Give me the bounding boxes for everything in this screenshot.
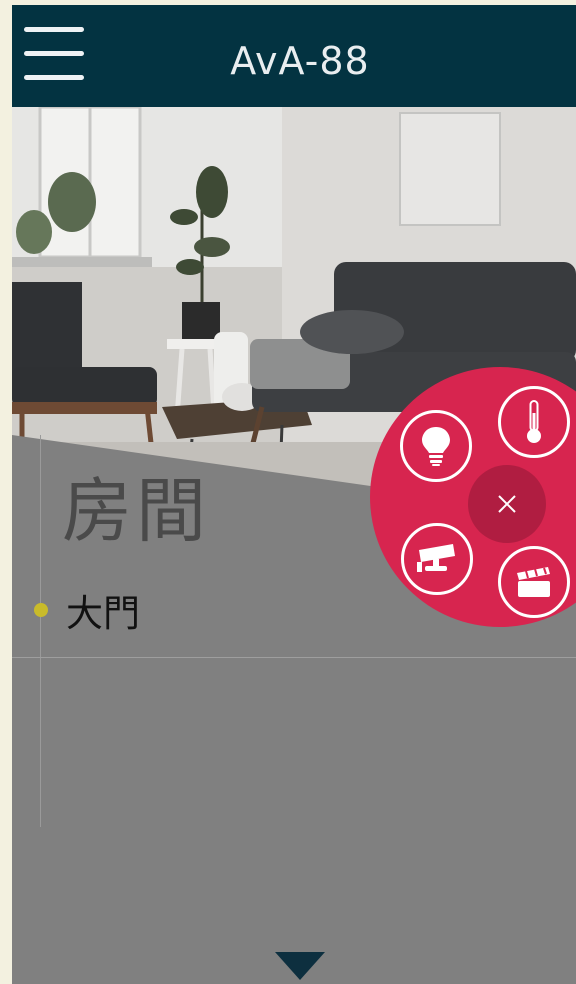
- divider: [12, 657, 576, 658]
- scene-button[interactable]: [498, 546, 570, 618]
- light-bulb-icon: [422, 427, 450, 466]
- clapperboard-icon: [517, 567, 550, 597]
- room-list-item-door[interactable]: 大門: [34, 583, 140, 637]
- app-header: AvA-88: [12, 5, 576, 107]
- close-menu-button[interactable]: [468, 465, 546, 543]
- camera-button[interactable]: [401, 523, 473, 595]
- thermometer-icon: [527, 400, 541, 443]
- temperature-button[interactable]: [498, 386, 570, 458]
- close-icon: [498, 495, 516, 513]
- status-dot: [34, 603, 48, 617]
- room-item-label: 大門: [66, 592, 140, 635]
- security-camera-icon: [417, 544, 455, 572]
- app-title: AvA-88: [230, 39, 370, 83]
- app-screen: 房間 大門 AvA-88: [12, 5, 576, 984]
- room-title: 房間: [62, 470, 210, 552]
- chevron-down-icon[interactable]: [275, 952, 325, 980]
- light-button[interactable]: [400, 410, 472, 482]
